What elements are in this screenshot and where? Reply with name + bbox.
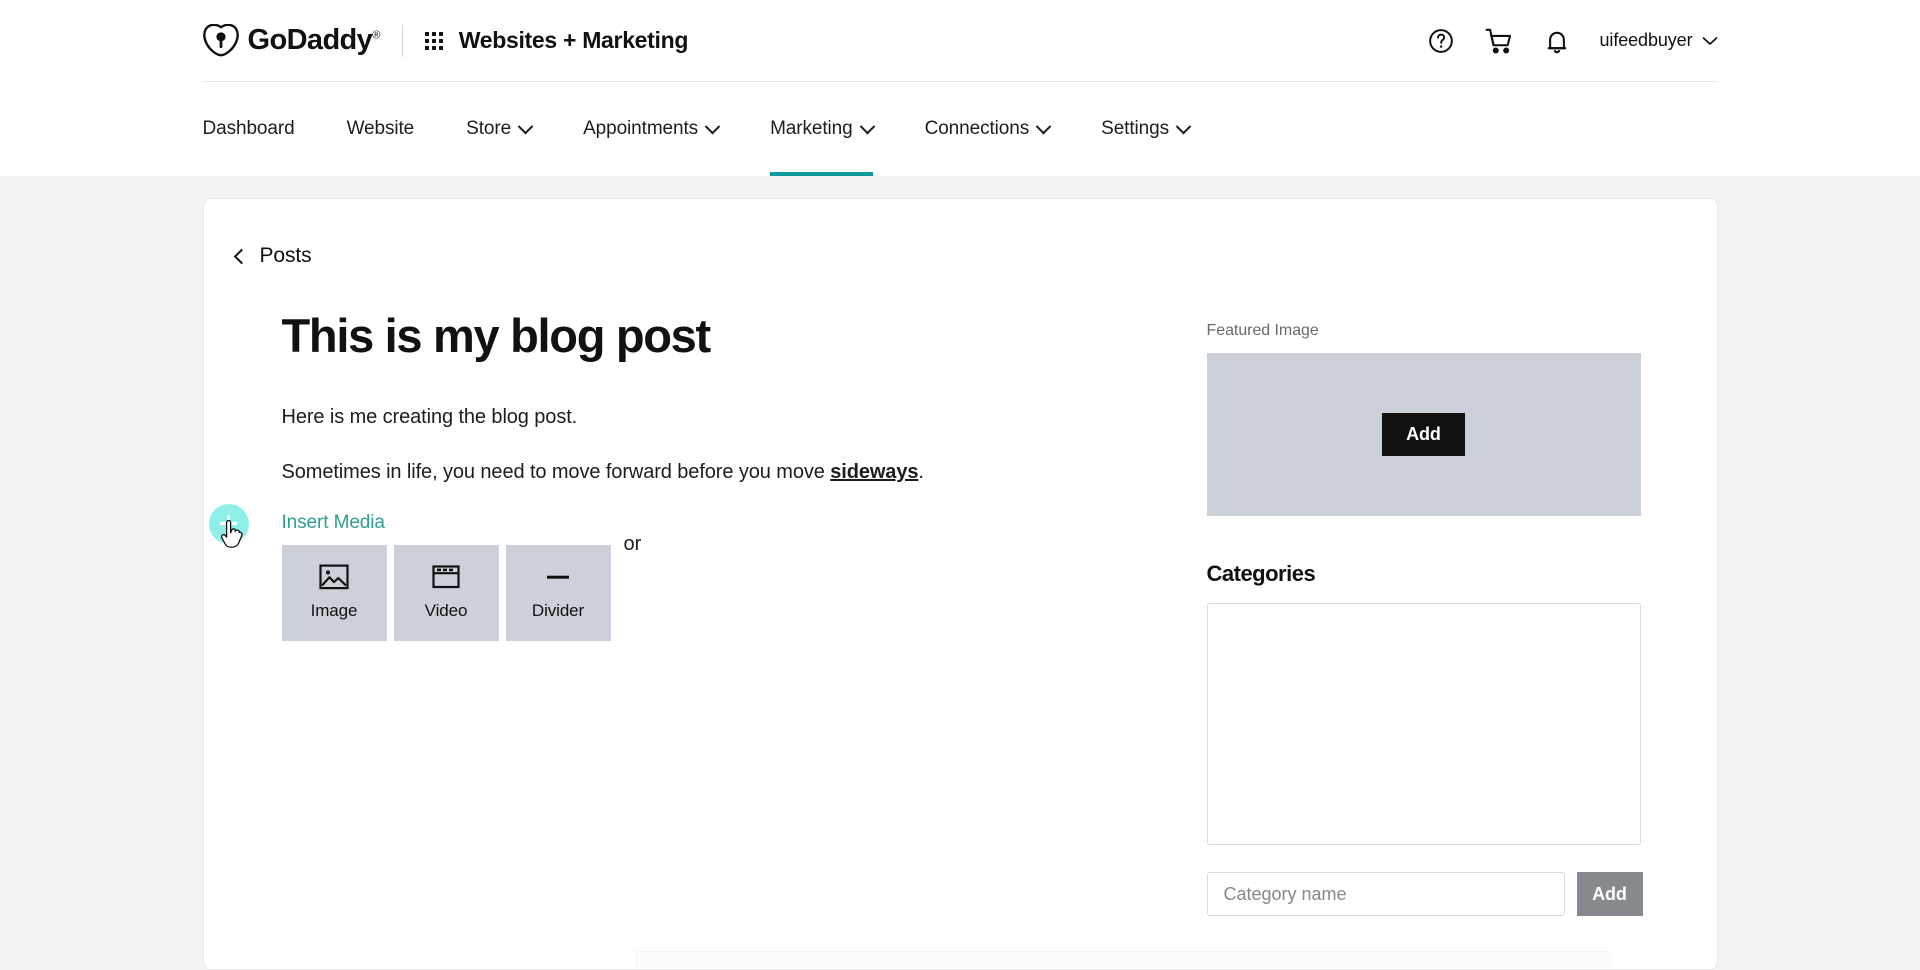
- main-navigation: Dashboard Website Store Appointments Marketi…: [0, 82, 1920, 176]
- media-tile-label: Divider: [531, 601, 585, 621]
- add-block-button[interactable]: [208, 503, 249, 544]
- post-content-column: This is my blog post Here is me creating…: [208, 309, 1177, 916]
- media-tile-divider[interactable]: Divider: [505, 544, 611, 641]
- help-icon[interactable]: [1426, 26, 1456, 56]
- nav-item-label: Marketing: [770, 118, 853, 139]
- chevron-down-icon: [859, 118, 875, 134]
- header-divider: [401, 24, 403, 57]
- nav-item-appointments[interactable]: Appointments: [557, 82, 744, 176]
- post-title[interactable]: This is my blog post: [282, 309, 1177, 363]
- header-actions: uifeedbuyer: [1426, 26, 1718, 56]
- breadcrumb-label: Posts: [259, 244, 312, 267]
- account-menu[interactable]: uifeedbuyer: [1600, 30, 1718, 51]
- insert-media-label[interactable]: Insert Media: [282, 512, 385, 534]
- chevron-down-icon: [1175, 118, 1192, 134]
- add-category-button[interactable]: Add: [1576, 872, 1643, 916]
- paragraph-2-prefix: Sometimes in life, you need to move forw…: [281, 460, 831, 483]
- editor-footer-bar: [633, 951, 1612, 969]
- page-body: Posts This is my blog post Here is me cr…: [0, 176, 1920, 970]
- godaddy-wordmark: GoDaddy®: [247, 24, 381, 56]
- chevron-down-icon: [704, 118, 721, 134]
- featured-image-label: Featured Image: [1206, 322, 1319, 339]
- godaddy-logo-link[interactable]: GoDaddy®: [202, 23, 381, 58]
- bell-icon[interactable]: [1542, 26, 1572, 56]
- nav-item-dashboard[interactable]: Dashboard: [203, 82, 321, 176]
- media-tile-list: Image Video Divider: [281, 544, 611, 641]
- nav-item-label: Website: [346, 118, 415, 139]
- paragraph-2-suffix: .: [918, 460, 924, 483]
- product-title: Websites + Marketing: [458, 27, 689, 53]
- account-username: uifeedbuyer: [1599, 30, 1693, 50]
- nav-item-store[interactable]: Store: [440, 82, 557, 176]
- nav-item-website[interactable]: Website: [321, 82, 441, 176]
- chevron-down-icon: [1035, 118, 1052, 134]
- media-tile-label: Image: [310, 601, 358, 621]
- media-tile-video[interactable]: Video: [393, 544, 499, 641]
- chevron-down-icon: [517, 118, 534, 134]
- video-window-icon: [431, 564, 461, 595]
- post-settings-sidebar: Featured Image Add Categories Add: [1206, 310, 1643, 916]
- nav-item-label: Connections: [924, 118, 1030, 139]
- media-tile-image[interactable]: Image: [281, 544, 387, 641]
- category-name-input[interactable]: [1206, 872, 1565, 916]
- shopping-cart-icon[interactable]: [1484, 26, 1514, 56]
- app-header: GoDaddy® Websites + Marketing uifeedbuye…: [0, 0, 1920, 82]
- insert-media-block: Insert Media Image Video Divider or: [208, 503, 1177, 641]
- nav-item-connections[interactable]: Connections: [899, 82, 1076, 176]
- or-separator-label: or: [623, 532, 642, 555]
- trademark-symbol: ®: [372, 29, 380, 42]
- post-paragraph-2[interactable]: Sometimes in life, you need to move forw…: [282, 457, 1177, 488]
- categories-heading: Categories: [1206, 561, 1316, 586]
- breadcrumb-back-posts[interactable]: Posts: [233, 244, 312, 268]
- media-tile-label: Video: [424, 601, 468, 621]
- godaddy-heart-logo-icon: [202, 23, 239, 58]
- nav-item-marketing[interactable]: Marketing: [744, 82, 899, 176]
- nav-item-label: Settings: [1101, 118, 1169, 139]
- featured-image-placeholder[interactable]: Add: [1206, 353, 1641, 516]
- nav-item-label: Store: [466, 118, 512, 139]
- nav-item-label: Dashboard: [202, 118, 295, 139]
- horizontal-rule-icon: [543, 564, 573, 595]
- image-icon: [319, 564, 349, 595]
- chevron-left-icon: [233, 248, 249, 264]
- nav-item-label: Appointments: [583, 118, 699, 139]
- categories-list[interactable]: [1206, 603, 1641, 845]
- apps-grid-icon[interactable]: [424, 31, 443, 50]
- chevron-down-icon: [1702, 30, 1718, 51]
- post-editor-card: Posts This is my blog post Here is me cr…: [202, 198, 1718, 970]
- category-add-row: Add: [1206, 872, 1643, 916]
- add-featured-image-button[interactable]: Add: [1382, 413, 1465, 456]
- nav-item-settings[interactable]: Settings: [1075, 82, 1215, 176]
- post-paragraph-1[interactable]: Here is me creating the blog post.: [282, 402, 1177, 433]
- paragraph-2-emphasis: sideways: [830, 460, 919, 483]
